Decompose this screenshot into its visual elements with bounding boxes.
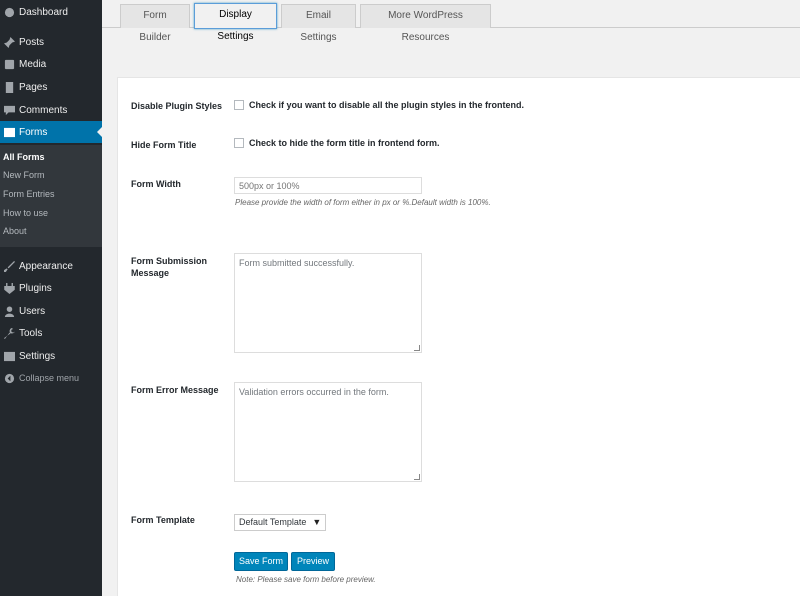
submenu-new-form[interactable]: New Form	[3, 168, 45, 182]
template-label: Form Template	[131, 515, 195, 525]
menu-users[interactable]: Users	[0, 300, 102, 322]
menu-label: Posts	[19, 36, 45, 48]
pages-icon	[3, 81, 15, 93]
error-placeholder: Validation errors occurred in the form.	[239, 387, 389, 397]
hide-title-checkbox[interactable]	[234, 138, 244, 148]
menu-posts[interactable]: Posts	[0, 31, 102, 53]
submission-label-line1: Form Submission	[131, 256, 208, 266]
media-icon	[3, 58, 15, 70]
menu-label: Plugins	[19, 282, 52, 294]
resize-handle-icon[interactable]	[414, 345, 420, 351]
menu-label: Media	[19, 58, 47, 70]
tab-email-settings[interactable]: Email Settings	[281, 4, 356, 43]
menu-media[interactable]: Media	[0, 53, 102, 75]
menu-label: Forms	[19, 126, 48, 138]
forms-submenu: All Forms New Form Form Entries How to u…	[0, 145, 102, 247]
submission-label: Form Submission Message	[131, 255, 207, 279]
error-message-textarea[interactable]: Validation errors occurred in the form.	[234, 382, 422, 482]
settings-tabs: Form Builder Display Settings Email Sett…	[102, 0, 800, 43]
forms-icon	[3, 126, 15, 138]
menu-settings[interactable]: Settings	[0, 345, 102, 367]
menu-tools[interactable]: Tools	[0, 322, 102, 344]
hide-title-label: Hide Form Title	[131, 140, 197, 150]
comment-icon	[3, 104, 15, 116]
menu-label: Settings	[19, 350, 56, 362]
collapse-label: Collapse menu	[19, 373, 80, 383]
menu-plugins[interactable]: Plugins	[0, 277, 102, 299]
admin-sidebar: Dashboard Posts Media Pages Comments For…	[0, 0, 102, 596]
submission-placeholder: Form submitted successfully.	[239, 258, 355, 268]
tab-form-builder[interactable]: Form Builder	[120, 4, 190, 43]
disable-styles-text: Check if you want to disable all the plu…	[249, 100, 525, 110]
resize-handle-icon[interactable]	[414, 474, 420, 480]
wrench-icon	[3, 327, 15, 339]
form-width-help: Please provide the width of form either …	[235, 198, 491, 207]
submission-message-textarea[interactable]: Form submitted successfully.	[234, 253, 422, 353]
menu-forms[interactable]: Forms	[0, 121, 102, 143]
pin-icon	[3, 36, 15, 48]
form-width-input[interactable]	[234, 177, 422, 194]
plugin-icon	[3, 282, 15, 294]
submenu-how-to-use[interactable]: How to use	[3, 206, 48, 220]
template-select[interactable]: Default Template ▼	[234, 514, 327, 531]
menu-label: Pages	[19, 81, 48, 93]
form-width-label: Form Width	[131, 179, 181, 189]
tab-more-resources[interactable]: More WordPress Resources	[360, 4, 491, 43]
dashboard-icon	[3, 6, 15, 18]
template-value: Default Template	[239, 517, 307, 527]
preview-button[interactable]: Preview	[291, 552, 335, 571]
menu-dashboard[interactable]: Dashboard	[0, 1, 102, 23]
menu-pages[interactable]: Pages	[0, 76, 102, 98]
preview-note: Note: Please save form before preview.	[236, 575, 376, 584]
submenu-all-forms[interactable]: All Forms	[3, 150, 45, 164]
save-form-button[interactable]: Save Form	[234, 552, 288, 571]
menu-appearance[interactable]: Appearance	[0, 255, 102, 277]
dropdown-caret-icon: ▼	[312, 517, 322, 527]
submenu-about[interactable]: About	[3, 224, 27, 238]
error-label: Form Error Message	[131, 385, 219, 395]
menu-label: Comments	[19, 104, 68, 116]
menu-label: Appearance	[19, 260, 73, 272]
menu-comments[interactable]: Comments	[0, 99, 102, 121]
menu-label: Dashboard	[19, 6, 68, 18]
active-arrow	[97, 127, 102, 137]
brush-icon	[3, 260, 15, 272]
settings-icon	[3, 350, 15, 362]
disable-styles-checkbox[interactable]	[234, 100, 244, 110]
menu-label: Tools	[19, 327, 43, 339]
menu-label: Users	[19, 305, 46, 317]
tab-display-settings[interactable]: Display Settings	[194, 3, 277, 42]
hide-title-text: Check to hide the form title in frontend…	[249, 138, 440, 148]
display-settings-panel: Disable Plugin Styles Check if you want …	[117, 77, 800, 596]
collapse-menu-button[interactable]: Collapse menu	[0, 367, 102, 389]
collapse-icon	[3, 372, 15, 384]
user-icon	[3, 305, 15, 317]
disable-styles-label: Disable Plugin Styles	[131, 101, 223, 111]
submission-label-line2: Message	[131, 268, 170, 278]
submenu-form-entries[interactable]: Form Entries	[3, 187, 55, 201]
